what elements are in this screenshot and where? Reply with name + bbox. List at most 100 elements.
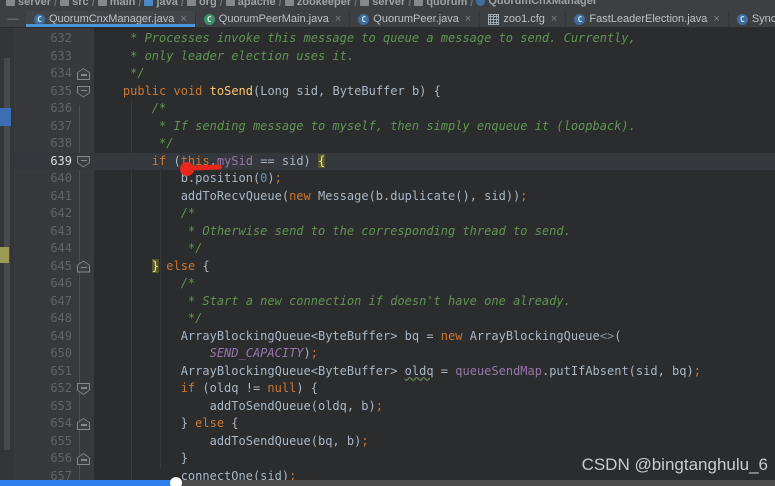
tab-zoo1-cfg[interactable]: zoo1.cfg × xyxy=(480,11,567,27)
code-token: addToSendQueue(oldq, b) xyxy=(94,398,376,413)
code-token: ; xyxy=(375,398,383,413)
breadcrumb-item-main[interactable]: main xyxy=(97,0,136,10)
fold-marker-icon[interactable] xyxy=(77,155,90,168)
fold-marker-icon[interactable] xyxy=(77,68,90,80)
tab-quorumpeermain-java[interactable]: C QuorumPeerMain.java × xyxy=(196,11,351,27)
fold-column xyxy=(74,415,94,433)
breadcrumb-separator: / xyxy=(54,0,58,9)
fold-column xyxy=(74,363,94,381)
code-text: */ xyxy=(94,240,775,258)
tab-quorumcnxmanager-java[interactable]: C QuorumCnxManager.java × xyxy=(26,11,196,27)
fold-column xyxy=(74,188,94,206)
breadcrumb-item-label: server xyxy=(18,0,52,8)
breadcrumb-item-label: src xyxy=(72,0,89,8)
breadcrumb-item-src[interactable]: src xyxy=(60,0,89,10)
watermark-text: CSDN @bingtanghulu_6 xyxy=(581,455,768,474)
line-number: 644 xyxy=(50,241,72,255)
tab-fastleaderelection-java[interactable]: C FastLeaderElection.java × xyxy=(566,11,729,27)
breadcrumb-separator: / xyxy=(91,0,95,9)
fold-column xyxy=(74,345,94,363)
code-token: queueSendMap xyxy=(455,363,542,378)
code-text: /* xyxy=(94,100,775,118)
fold-column xyxy=(74,293,94,311)
fold-marker-icon[interactable] xyxy=(77,453,90,465)
code-line-650: 650 SEND_CAPACITY); xyxy=(14,345,775,363)
breadcrumb-item-java[interactable]: java xyxy=(144,0,178,10)
code-text: * Start a new connection if doesn't have… xyxy=(94,293,775,311)
video-progress-knob[interactable] xyxy=(170,477,182,486)
fold-column xyxy=(74,135,94,153)
class-icon: C xyxy=(358,13,370,25)
comment-text: * Start a new connection if doesn't have… xyxy=(94,293,571,308)
code-line-640: 640 b.position(0); xyxy=(14,170,775,188)
tab-quorumpeer-java[interactable]: C QuorumPeer.java × xyxy=(350,11,481,27)
comment-text: */ xyxy=(94,136,174,150)
code-token: mySid xyxy=(216,153,253,168)
video-progress-bar[interactable] xyxy=(0,477,775,486)
fold-column xyxy=(74,380,94,398)
tab-close-icon[interactable]: × xyxy=(551,13,557,25)
breadcrumb-item-quorum[interactable]: quorum xyxy=(414,0,467,10)
code-line-642: 642 /* xyxy=(14,205,775,223)
code-token: Message(b.duplicate(), sid)) xyxy=(310,188,521,203)
line-number: 648 xyxy=(50,311,72,325)
code-token: if xyxy=(180,381,196,395)
breadcrumb-separator: / xyxy=(470,0,474,9)
fold-column xyxy=(74,153,94,171)
comment-text: * If sending message to myself, then sim… xyxy=(94,118,636,133)
code-token: if xyxy=(151,153,167,168)
code-text: /* xyxy=(94,205,775,223)
tab-label: QuorumCnxManager.java xyxy=(49,13,175,25)
breadcrumb-item-apache[interactable]: apache xyxy=(225,0,276,10)
breadcrumb-item-server[interactable]: server xyxy=(360,0,405,10)
fold-column xyxy=(74,310,94,328)
line-number: 651 xyxy=(50,363,72,378)
fold-column xyxy=(74,275,94,293)
code-text: addToRecvQueue(new Message(b.duplicate()… xyxy=(94,188,775,206)
line-number: 635 xyxy=(50,83,72,98)
code-token: void xyxy=(173,83,203,98)
tab-close-icon[interactable]: × xyxy=(180,13,186,25)
code-text: ArrayBlockingQueue<ByteBuffer> bq = new … xyxy=(94,328,775,346)
breadcrumb-item-label: main xyxy=(109,0,136,8)
code-token: oldq xyxy=(404,363,434,378)
code-token: } xyxy=(151,258,160,273)
fold-marker-icon[interactable] xyxy=(77,85,90,98)
code-token: = xyxy=(433,363,456,378)
code-text: b.position(0); xyxy=(94,170,775,188)
code-text: public void toSend(Long sid, ByteBuffer … xyxy=(94,83,775,101)
tab-overflow-dash-icon[interactable]: — xyxy=(0,11,26,27)
code-line-632: 632 * Processes invoke this message to q… xyxy=(14,30,775,48)
code-editor[interactable]: 632 * Processes invoke this message to q… xyxy=(0,28,775,486)
code-token: ) { xyxy=(296,381,318,395)
tab-close-icon[interactable]: × xyxy=(713,13,719,25)
tab-close-icon[interactable]: × xyxy=(465,13,471,25)
breadcrumb-item-quorumcnxmanager[interactable]: QuorumCnxManager xyxy=(476,0,597,9)
breadcrumb-item-zookeeper[interactable]: zookeeper xyxy=(284,0,351,10)
tab-label: zoo1.cfg xyxy=(503,13,545,25)
comment-text: */ xyxy=(94,241,203,255)
code-line-644: 644 */ xyxy=(14,240,775,258)
line-number: 656 xyxy=(50,451,72,465)
tab-close-icon[interactable]: × xyxy=(335,13,341,25)
line-number: 654 xyxy=(50,416,72,430)
line-number: 655 xyxy=(50,433,72,448)
fold-marker-icon[interactable] xyxy=(77,260,90,273)
line-number: 647 xyxy=(50,293,72,308)
line-number: 649 xyxy=(50,328,72,343)
source-folder-icon xyxy=(144,0,154,6)
fold-marker-icon[interactable] xyxy=(77,418,90,430)
fold-marker-icon[interactable] xyxy=(77,383,90,395)
code-text: SEND_CAPACITY); xyxy=(94,345,775,363)
code-text: * Otherwise send to the corresponding th… xyxy=(94,223,775,241)
code-token: (Long sid, ByteBuffer b) { xyxy=(253,83,441,98)
breadcrumb-item-org[interactable]: org xyxy=(186,0,217,10)
breadcrumb-item-server[interactable]: server xyxy=(6,0,51,10)
fold-column xyxy=(74,450,94,468)
breadcrumb-separator: / xyxy=(219,0,223,9)
tab-syncedlearnertracker-java[interactable]: CSyncedLearnerTracker.java× xyxy=(729,11,775,27)
